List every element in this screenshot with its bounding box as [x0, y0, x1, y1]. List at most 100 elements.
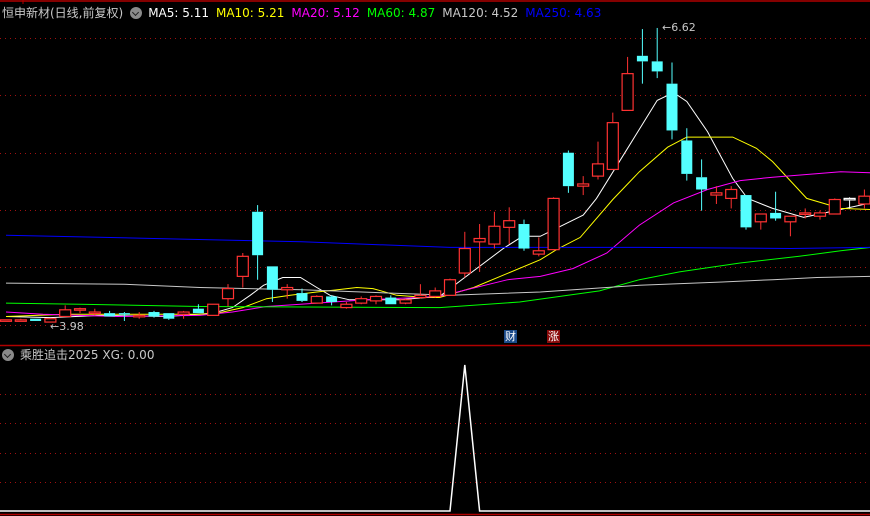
candle	[784, 215, 797, 237]
candle	[133, 312, 146, 319]
ma60-label: MA60: 4.87	[366, 5, 436, 20]
candle	[14, 318, 27, 322]
candle	[30, 318, 42, 321]
ma5-line	[5, 92, 870, 319]
candle-body	[266, 266, 278, 290]
candle-body	[858, 195, 870, 205]
candle-body	[59, 309, 72, 318]
candle	[577, 176, 590, 196]
high-value: 6.62	[671, 21, 696, 34]
candle	[458, 231, 471, 278]
candle-body	[385, 297, 397, 305]
ma250-label: MA250: 4.63	[525, 5, 602, 20]
candle	[414, 284, 427, 299]
candle	[473, 224, 486, 272]
candle-body	[310, 295, 323, 304]
candle-body	[14, 319, 27, 322]
candle	[207, 303, 220, 316]
candle	[503, 207, 516, 245]
candle-body	[118, 313, 130, 315]
candle	[740, 195, 752, 230]
candle-body	[532, 250, 545, 255]
candle-body	[696, 177, 708, 190]
candle	[621, 56, 634, 111]
candle	[770, 191, 782, 221]
candle	[163, 313, 175, 320]
candle	[828, 198, 841, 215]
candle-body	[369, 295, 383, 302]
ma10-label: MA10: 5.21	[215, 5, 285, 20]
candle	[236, 252, 249, 288]
candle	[696, 159, 708, 211]
candle	[177, 310, 190, 319]
dropdown-icon[interactable]	[2, 348, 14, 361]
candle-body	[207, 303, 220, 316]
candle-body	[725, 188, 738, 200]
candle	[547, 197, 560, 251]
ma5-label: MA5: 5.11	[148, 5, 209, 20]
candle-body	[843, 197, 856, 201]
finance-badge[interactable]: 财	[504, 330, 517, 343]
candle	[0, 319, 13, 322]
candle-body	[177, 311, 190, 315]
candle-body	[296, 293, 308, 301]
ma250-line	[5, 234, 870, 250]
candle-body	[236, 255, 249, 277]
candle-body	[828, 198, 841, 215]
stock-chart[interactable]	[0, 0, 870, 516]
dropdown-icon[interactable]	[130, 6, 143, 19]
gridlines	[0, 0, 870, 516]
low-marker: ←3.98	[50, 320, 84, 333]
candle	[192, 304, 204, 314]
candle-body	[591, 163, 605, 177]
xg-line	[0, 364, 870, 512]
candle-body	[221, 288, 235, 300]
candle-body	[252, 211, 264, 256]
candle	[104, 310, 116, 317]
candle-body	[754, 213, 767, 223]
candle-body	[562, 152, 574, 187]
candle-body	[488, 225, 501, 245]
indicator-legend: 乘胜追击2025 XG: 0.00	[2, 346, 154, 363]
candle-body	[414, 294, 427, 299]
candle	[518, 219, 530, 251]
candle-body	[710, 192, 723, 196]
candle-body	[770, 212, 782, 219]
candle-body	[399, 299, 412, 304]
candle	[636, 29, 648, 84]
candle-body	[577, 183, 590, 187]
candle-body	[606, 122, 619, 171]
candle-body	[326, 296, 338, 303]
candle	[429, 287, 442, 298]
candle-body	[148, 312, 160, 317]
candle-body	[636, 55, 648, 62]
indicator-pane	[0, 364, 870, 512]
candle	[340, 302, 353, 309]
ma120-label: MA120: 4.52	[442, 5, 519, 20]
candle	[858, 189, 870, 209]
candle	[562, 150, 574, 193]
candle-body	[281, 286, 294, 291]
candlesticks	[0, 27, 870, 323]
candle	[73, 307, 87, 314]
candle-body	[429, 290, 442, 298]
candle-body	[473, 237, 486, 243]
candle	[710, 186, 723, 204]
candle-body	[547, 197, 560, 251]
candle	[681, 128, 693, 181]
candle-body	[784, 215, 797, 223]
high-marker: ←6.62	[662, 21, 696, 34]
moving-average-lines	[5, 92, 870, 319]
limit-up-badge[interactable]: 涨	[547, 330, 560, 343]
candle-body	[651, 61, 663, 72]
low-value: 3.98	[59, 320, 84, 333]
candle-body	[621, 73, 634, 111]
candle	[59, 305, 72, 318]
candle	[532, 237, 545, 257]
arrow-icon: ←	[662, 21, 672, 34]
candle-body	[813, 212, 827, 217]
price-legend: 恒申新材(日线,前复权) MA5: 5.11 MA10: 5.21 MA20: …	[2, 4, 608, 21]
candle-body	[666, 83, 678, 131]
candle	[266, 266, 278, 303]
candle	[443, 278, 457, 296]
